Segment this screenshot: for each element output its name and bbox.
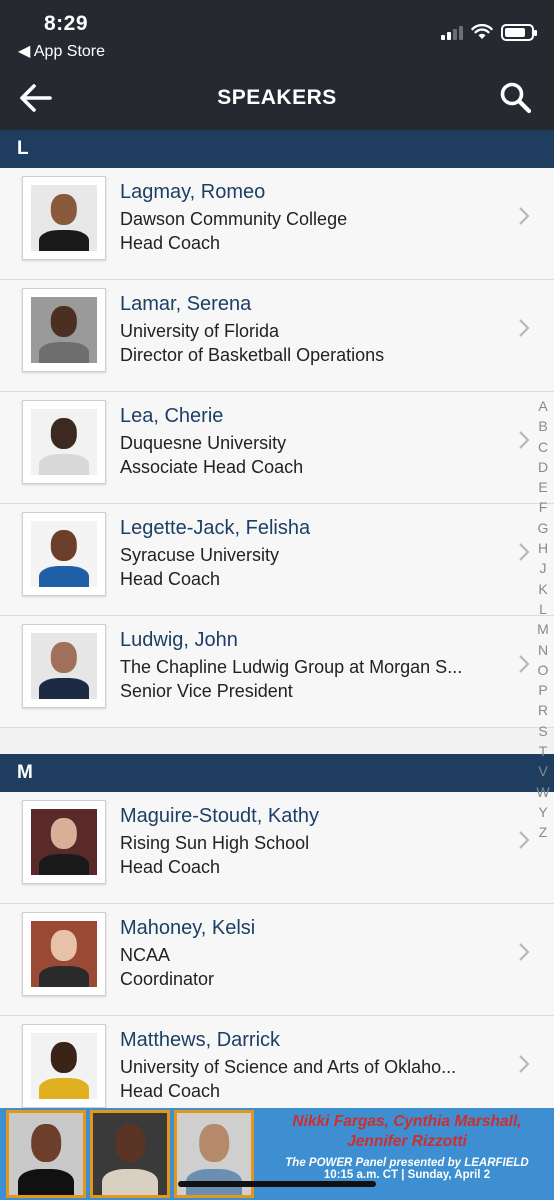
- index-letter[interactable]: D: [531, 457, 554, 477]
- speaker-name: Legette-Jack, Felisha: [120, 517, 311, 539]
- speaker-photo: [22, 624, 106, 708]
- speaker-organization: The Chapline Ludwig Group at Morgan S...: [120, 657, 463, 677]
- speaker-name: Ludwig, John: [120, 629, 238, 651]
- index-letter[interactable]: W: [531, 782, 554, 802]
- index-letter[interactable]: C: [531, 437, 554, 457]
- index-letter[interactable]: V: [531, 761, 554, 781]
- section-header-m: M: [0, 754, 554, 792]
- index-letter[interactable]: B: [531, 416, 554, 436]
- index-letter[interactable]: K: [531, 579, 554, 599]
- status-time: 8:29: [44, 12, 89, 35]
- speaker-organization: Dawson Community College: [120, 209, 348, 229]
- section-header-l: L: [0, 130, 554, 168]
- speaker-organization: University of Florida: [120, 321, 280, 341]
- chevron-right-icon: [519, 431, 530, 449]
- speaker-name: Mahoney, Kelsi: [120, 917, 256, 939]
- chevron-right-icon: [519, 319, 530, 337]
- alphabet-index[interactable]: A B C D E F G H J K L M N O P R S T V W …: [531, 396, 554, 843]
- speaker-title: Head Coach: [120, 569, 221, 589]
- index-letter[interactable]: Y: [531, 802, 554, 822]
- speaker-row[interactable]: Lagmay, Romeo Dawson Community College H…: [0, 168, 554, 280]
- index-letter[interactable]: O: [531, 660, 554, 680]
- speaker-row[interactable]: Mahoney, Kelsi NCAA Coordinator: [0, 904, 554, 1016]
- chevron-right-icon: [519, 655, 530, 673]
- speaker-photo: [22, 512, 106, 596]
- index-letter[interactable]: A: [531, 396, 554, 416]
- chevron-right-icon: [519, 543, 530, 561]
- speaker-organization: NCAA: [120, 945, 171, 965]
- speaker-photo: [22, 288, 106, 372]
- speaker-title: Director of Basketball Operations: [120, 345, 385, 365]
- home-indicator[interactable]: [178, 1181, 376, 1187]
- index-letter[interactable]: E: [531, 477, 554, 497]
- index-letter[interactable]: S: [531, 721, 554, 741]
- chevron-right-icon: [519, 831, 530, 849]
- speaker-name: Matthews, Darrick: [120, 1029, 281, 1051]
- speaker-title: Coordinator: [120, 969, 215, 989]
- top-bar: 8:29 ◀ App Store SPEAKERS: [0, 0, 554, 130]
- speaker-row[interactable]: Ludwig, John The Chapline Ludwig Group a…: [0, 616, 554, 728]
- speaker-title: Head Coach: [120, 1081, 221, 1101]
- speaker-organization: Rising Sun High School: [120, 833, 310, 853]
- cellular-signal-icon: [441, 24, 463, 40]
- index-letter[interactable]: R: [531, 700, 554, 720]
- speaker-name: Lagmay, Romeo: [120, 181, 266, 203]
- index-letter[interactable]: F: [531, 497, 554, 517]
- wifi-icon: [471, 24, 493, 39]
- battery-icon: [501, 23, 537, 41]
- banner-photo: [6, 1110, 86, 1198]
- chevron-right-icon: [519, 1055, 530, 1073]
- index-letter[interactable]: Z: [531, 822, 554, 842]
- speaker-photo: [22, 912, 106, 996]
- back-to-app-store[interactable]: ◀ App Store: [18, 41, 105, 61]
- index-letter[interactable]: G: [531, 518, 554, 538]
- speaker-photo: [22, 800, 106, 884]
- speaker-title: Head Coach: [120, 233, 221, 253]
- speaker-organization: Syracuse University: [120, 545, 280, 565]
- speaker-name: Lamar, Serena: [120, 293, 252, 315]
- speaker-photo: [22, 400, 106, 484]
- banner-text: Nikki Fargas, Cynthia Marshall, Jennifer…: [260, 1112, 554, 1181]
- banner-photo: [90, 1110, 170, 1198]
- speaker-row[interactable]: Lea, Cherie Duquesne University Associat…: [0, 392, 554, 504]
- speaker-title: Senior Vice President: [120, 681, 293, 701]
- speaker-title: Head Coach: [120, 857, 221, 877]
- speaker-row[interactable]: Lamar, Serena University of Florida Dire…: [0, 280, 554, 392]
- page-title: SPEAKERS: [217, 86, 337, 109]
- chevron-right-icon: [519, 943, 530, 961]
- speaker-photo: [22, 176, 106, 260]
- speaker-photo: [22, 1024, 106, 1108]
- index-letter[interactable]: N: [531, 640, 554, 660]
- speaker-row[interactable]: Maguire-Stoudt, Kathy Rising Sun High Sc…: [0, 792, 554, 904]
- speaker-title: Associate Head Coach: [120, 457, 304, 477]
- speaker-name: Lea, Cherie: [120, 405, 224, 427]
- speaker-row[interactable]: Legette-Jack, Felisha Syracuse Universit…: [0, 504, 554, 616]
- index-letter[interactable]: L: [531, 599, 554, 619]
- search-icon[interactable]: [498, 80, 534, 116]
- status-icons: [441, 22, 537, 42]
- back-app-label: App Store: [33, 43, 106, 60]
- banner-subtitle: The POWER Panel presented by LEARFIELD: [285, 1157, 529, 1169]
- speaker-name: Maguire-Stoudt, Kathy: [120, 805, 319, 827]
- index-letter[interactable]: M: [531, 619, 554, 639]
- index-letter[interactable]: T: [531, 741, 554, 761]
- index-letter[interactable]: H: [531, 538, 554, 558]
- chevron-right-icon: [519, 207, 530, 225]
- banner-names: Nikki Fargas, Cynthia Marshall, Jennifer…: [292, 1113, 522, 1150]
- index-letter[interactable]: J: [531, 558, 554, 578]
- speaker-organization: Duquesne University: [120, 433, 287, 453]
- index-letter[interactable]: P: [531, 680, 554, 700]
- banner-datetime: 10:15 a.m. CT | Sunday, April 2: [323, 1169, 491, 1181]
- speaker-organization: University of Science and Arts of Oklaho…: [120, 1057, 457, 1077]
